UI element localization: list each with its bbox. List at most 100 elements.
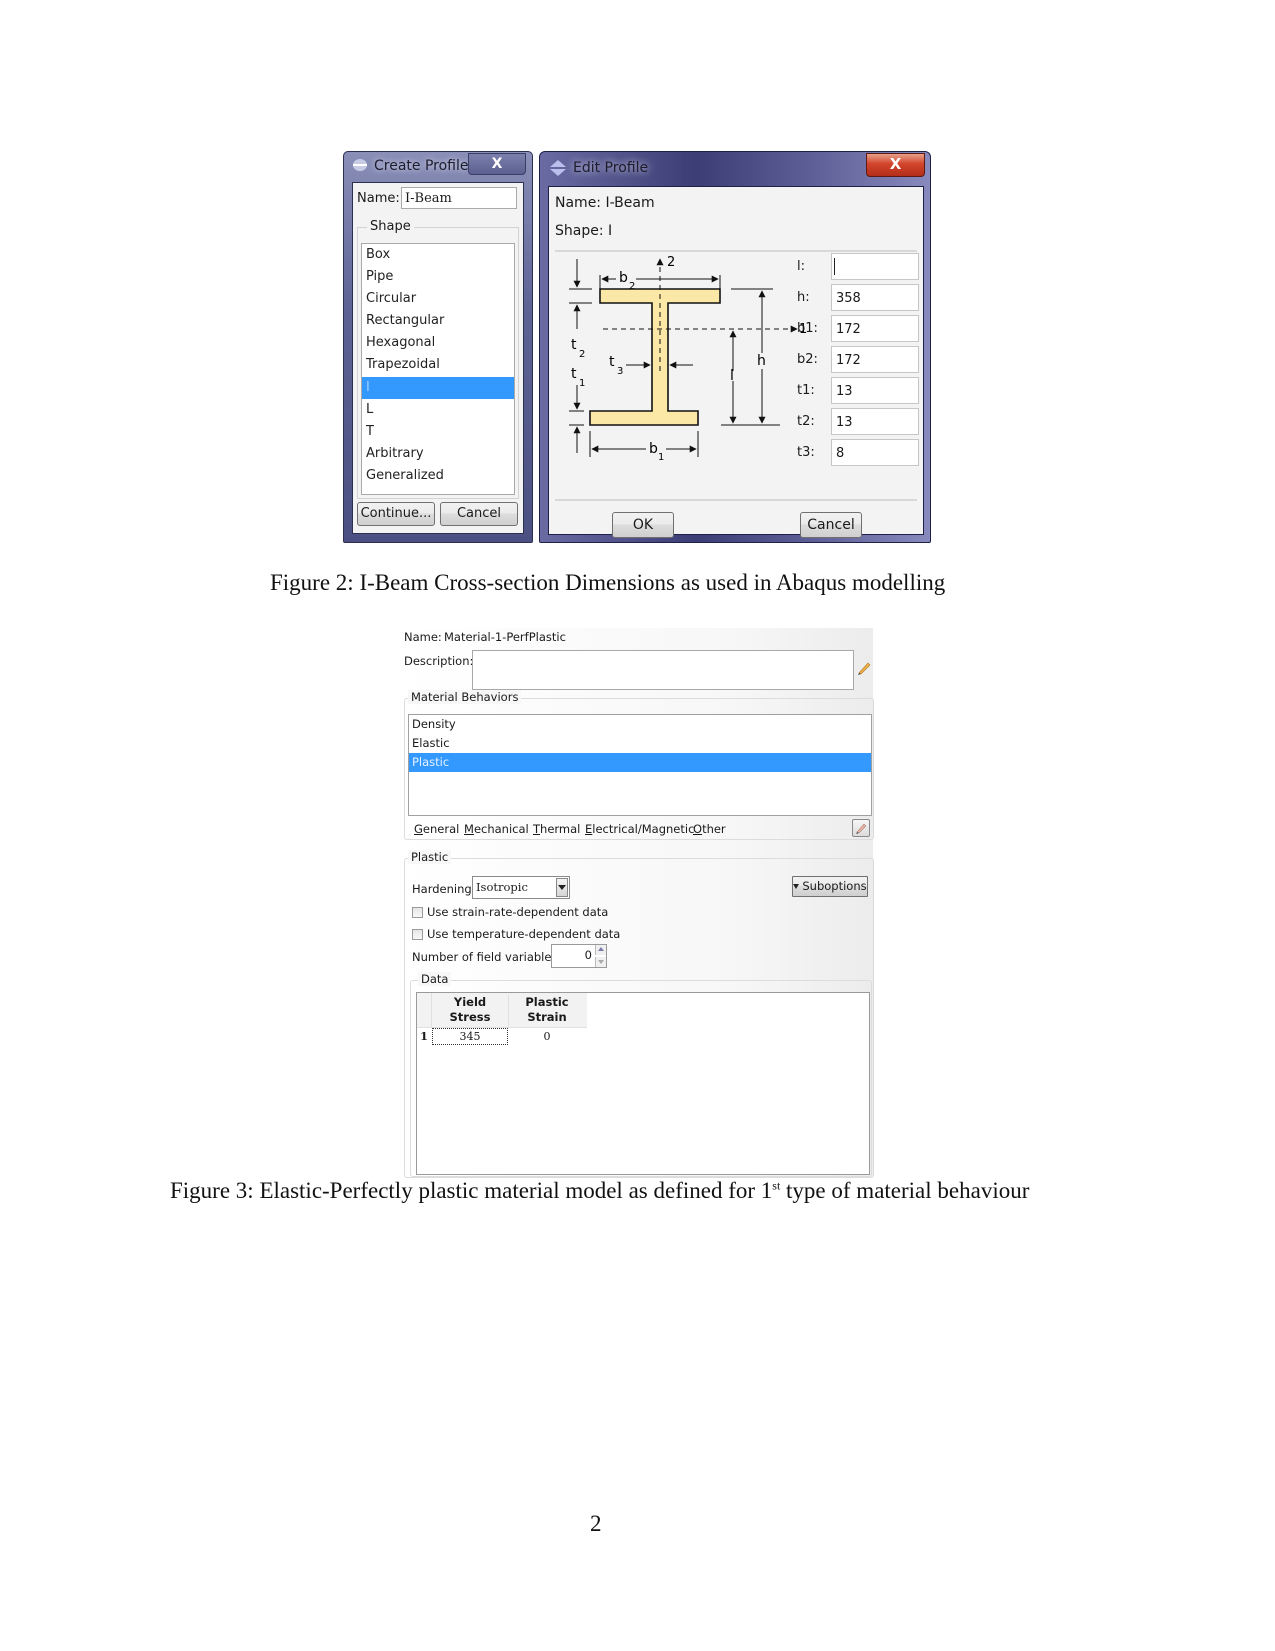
suboptions-button[interactable]: Suboptions	[792, 876, 868, 897]
chevron-down-icon	[598, 960, 604, 964]
shape-list-item[interactable]: Box	[362, 244, 514, 266]
t2-label: t	[571, 337, 577, 353]
shape-list-item[interactable]: Rectangular	[362, 310, 514, 332]
description-label: Description:	[404, 654, 474, 668]
b1-subscript: 1	[658, 452, 664, 463]
edit-profile-titlebar[interactable]: Edit Profile X	[540, 152, 930, 182]
app-icon	[353, 159, 367, 171]
plastic-legend: Plastic	[408, 850, 452, 864]
page-number: 2	[590, 1511, 602, 1536]
figure2-caption: Figure 2: I-Beam Cross-section Dimension…	[270, 570, 946, 595]
hardening-select[interactable]: Isotropic	[472, 876, 570, 899]
header-line: Plastic	[525, 995, 569, 1009]
dropdown-button[interactable]	[556, 878, 568, 897]
shape-list-item[interactable]: I	[362, 376, 514, 399]
menu-item[interactable]: General	[414, 822, 459, 836]
dimension-label: b2:	[797, 352, 818, 367]
header-line: Yield	[453, 995, 487, 1009]
description-input[interactable]	[472, 650, 854, 690]
material-behaviors-legend: Material Behaviors	[408, 690, 522, 704]
shape-list-item[interactable]: Generalized	[362, 465, 514, 487]
menu-accelerator-key: T	[533, 822, 541, 836]
app-icon	[550, 160, 566, 176]
dimension-input[interactable]: 13	[831, 408, 919, 435]
dimension-label: l:	[797, 259, 805, 274]
header-line: Strain	[527, 1010, 567, 1024]
dimension-input[interactable]	[831, 253, 919, 280]
field-variables-spinner[interactable]: 0	[551, 944, 607, 968]
continue-button[interactable]: Continue...	[357, 502, 435, 526]
profile-shape-text: Shape: I	[555, 223, 613, 239]
separator	[555, 250, 917, 252]
menu-item-label: eneral	[422, 822, 460, 836]
material-behavior-item[interactable]: Elastic	[409, 734, 871, 753]
edit-profile-dialog: Edit Profile X Name: I-Beam Shape: I 2 1…	[539, 151, 931, 543]
shape-list-item[interactable]: Pipe	[362, 266, 514, 288]
menu-item[interactable]: Electrical/Magnetic	[585, 822, 694, 836]
edit-pencil-icon[interactable]	[856, 660, 872, 676]
dimension-label: t3:	[797, 445, 815, 460]
dimension-input[interactable]: 172	[831, 315, 919, 342]
create-profile-titlebar[interactable]: Create Profile X	[344, 152, 532, 178]
t3-label: t	[609, 354, 615, 370]
data-legend: Data	[418, 972, 452, 986]
t1-subscript: 1	[579, 378, 585, 389]
table-header-row: Yield Stress Plastic Strain	[417, 993, 587, 1028]
strain-rate-checkbox[interactable]	[412, 907, 423, 918]
shape-list-item[interactable]: L	[362, 399, 514, 421]
dimension-label: t2:	[797, 414, 815, 429]
material-editor: Name: Material-1-PerfPlastic Description…	[404, 628, 874, 1178]
dimension-input[interactable]: 358	[831, 284, 919, 311]
caption-text: Figure 3: Elastic-Perfectly plastic mate…	[170, 1178, 773, 1203]
dimension-input[interactable]: 13	[831, 377, 919, 404]
header-line: Stress	[449, 1010, 491, 1024]
t2-subscript: 2	[579, 349, 585, 360]
shape-list-item[interactable]: Hexagonal	[362, 332, 514, 354]
table-cell-yield-stress[interactable]: 345	[432, 1028, 508, 1045]
menu-item-label: hermal	[540, 822, 581, 836]
menu-item[interactable]: Other	[693, 822, 726, 836]
dimension-input[interactable]: 8	[831, 439, 919, 466]
dimension-input[interactable]: 172	[831, 346, 919, 373]
profile-name-text: Name: I-Beam	[555, 195, 655, 211]
material-behavior-item[interactable]: Density	[409, 715, 871, 734]
edit-profile-title: Edit Profile	[573, 160, 649, 176]
chevron-down-icon	[558, 885, 566, 890]
spinner-down-button[interactable]	[595, 957, 606, 967]
data-table[interactable]: Yield Stress Plastic Strain 1 345 0	[416, 992, 870, 1175]
menu-item[interactable]: Mechanical	[464, 822, 529, 836]
menu-item[interactable]: Thermal	[533, 822, 580, 836]
create-profile-dialog: Create Profile X Name: I-Beam Shape Box P…	[343, 151, 533, 543]
i-beam-diagram: 2 1 b 2 t 2 t 3 t 1 b 1 h l	[569, 255, 807, 463]
cancel-button[interactable]: Cancel	[440, 502, 518, 526]
shape-list-item[interactable]: T	[362, 421, 514, 443]
shape-list-item[interactable]: Circular	[362, 288, 514, 310]
ok-button[interactable]: OK	[612, 512, 674, 538]
name-input[interactable]: I-Beam	[401, 187, 517, 209]
shape-list-item[interactable]: Arbitrary	[362, 443, 514, 465]
row-header-corner	[417, 993, 432, 1027]
spinner-up-button[interactable]	[595, 945, 606, 955]
text-cursor-icon	[834, 258, 835, 275]
caption-text: type of material behaviour	[780, 1178, 1030, 1203]
h-label: h	[757, 353, 766, 369]
column-header-plastic-strain[interactable]: Plastic Strain	[509, 995, 585, 1025]
dimension-label: t1:	[797, 383, 815, 398]
shape-list-item[interactable]: Trapezoidal	[362, 354, 514, 376]
close-button[interactable]: X	[468, 153, 526, 175]
dimension-label: b1:	[797, 321, 818, 336]
column-header-yield-stress[interactable]: Yield Stress	[432, 995, 509, 1027]
table-cell-plastic-strain[interactable]: 0	[509, 1028, 585, 1045]
chevron-up-icon	[598, 947, 604, 951]
cancel-button[interactable]: Cancel	[800, 512, 862, 538]
material-behaviors-list[interactable]: Density Elastic Plastic	[408, 714, 872, 816]
close-button[interactable]: X	[866, 153, 925, 177]
axis2-label: 2	[667, 255, 675, 270]
edit-behavior-button[interactable]	[852, 819, 870, 837]
hardening-value: Isotropic	[476, 880, 528, 894]
temperature-checkbox[interactable]	[412, 929, 423, 940]
figure3-caption: Figure 3: Elastic-Perfectly plastic mate…	[170, 1178, 1029, 1204]
material-behavior-item[interactable]: Plastic	[409, 753, 871, 772]
dimension-label: h:	[797, 290, 810, 305]
shape-list[interactable]: Box Pipe Circular Rectangular Hexagonal Trape…	[361, 243, 515, 495]
